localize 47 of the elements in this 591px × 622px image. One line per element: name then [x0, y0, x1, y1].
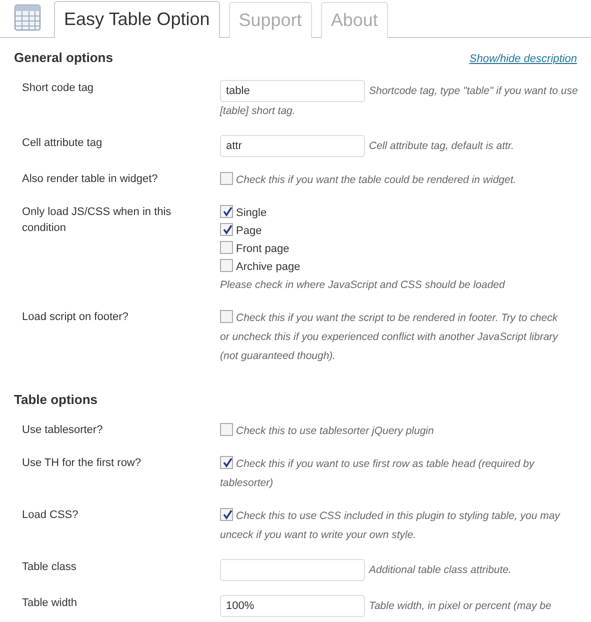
checkbox[interactable] [220, 259, 233, 272]
checkbox[interactable] [220, 223, 233, 236]
option-label: Front page [236, 243, 290, 255]
checkbox[interactable] [220, 423, 233, 436]
checkbox[interactable] [220, 508, 233, 521]
field-label: Table class [22, 560, 78, 575]
field-description: tablesorter) [220, 477, 274, 489]
field-label: Short code tag [22, 81, 95, 96]
field-label: Load script on footer? [22, 310, 130, 325]
checkbox[interactable] [220, 241, 233, 254]
field-description: (not guaranteed though). [220, 350, 336, 362]
checkbox[interactable] [220, 310, 233, 323]
text-input[interactable]: 100% [220, 595, 365, 617]
option-label: Single [236, 207, 267, 219]
field-description: Table width, in pixel or percent (may be [369, 598, 552, 614]
field-label: Load CSS? [22, 508, 80, 523]
field-label: Table width [22, 596, 78, 611]
field-description: Check this if you want the script to be rendered in footer. Try to check [236, 312, 558, 324]
field-description: Cell attribute tag, default is attr. [369, 138, 514, 154]
field-description: [table] short tag. [220, 105, 296, 117]
checkbox[interactable] [220, 456, 233, 469]
field-description: Check this to use tablesorter jQuery plugin [236, 425, 434, 437]
field-description: Shortcode tag, type "table" if you want to use [369, 84, 578, 99]
section-title: General options [14, 49, 113, 67]
field-label: Only load JS/CSS when in this condition [22, 205, 172, 236]
field-description: Additional table class attribute. [369, 562, 512, 578]
field-description: Check this if you want to use first row as table head (required by [236, 458, 534, 470]
checkbox[interactable] [220, 205, 233, 218]
field-description: Check this to use CSS included in this plugin to styling table, you may [236, 510, 560, 522]
option-label: Page [236, 225, 262, 237]
text-input[interactable]: attr [220, 135, 365, 157]
show-hide-link[interactable]: Show/hide description [469, 51, 577, 68]
field-label: Use TH for the first row? [22, 456, 142, 471]
field-description: Please check in where JavaScript and CSS should be loaded [220, 279, 505, 291]
text-input[interactable]: table [220, 80, 365, 102]
field-label: Use tablesorter? [22, 423, 104, 438]
text-input[interactable] [220, 559, 365, 581]
field-label: Also render table in widget? [22, 172, 159, 187]
field-description: unceck if you want to write your own style. [220, 529, 416, 541]
field-description: Check this if you want the table could be rendered in widget. [236, 174, 516, 186]
table-icon [14, 4, 41, 31]
tab[interactable]: Easy Table Option [54, 1, 220, 38]
checkbox[interactable] [220, 172, 233, 185]
option-label: Archive page [236, 261, 300, 273]
section-title: Table options [14, 391, 98, 409]
field-label: Cell attribute tag [22, 136, 104, 151]
field-description: or uncheck this if you experienced conflict with another JavaScript library [220, 331, 558, 343]
